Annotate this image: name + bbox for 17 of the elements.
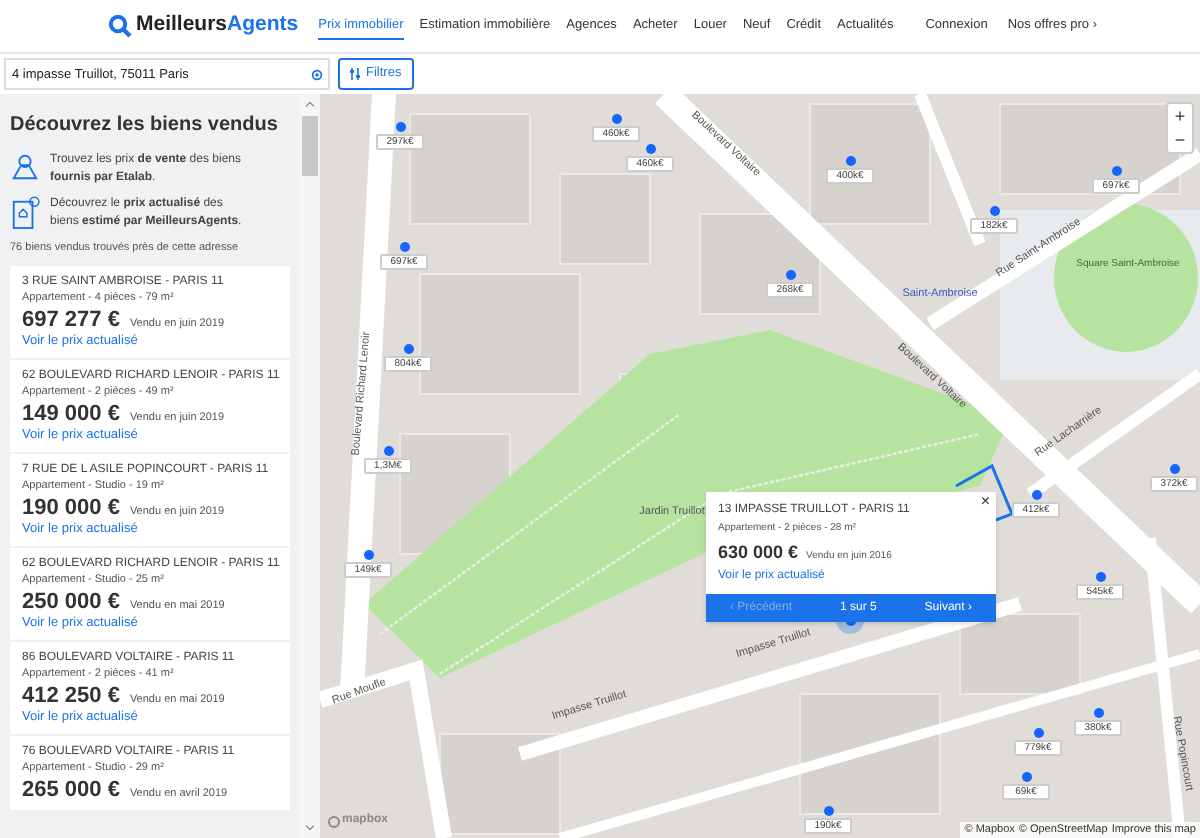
listing-price: 412 250 € xyxy=(22,684,120,709)
document-house-icon xyxy=(10,196,40,230)
listing-price: 265 000 € xyxy=(22,778,120,803)
zoom-out-button[interactable]: − xyxy=(1168,128,1192,152)
sidebar-title: Découvrez les biens vendus xyxy=(10,112,280,140)
mapbox-logo-icon xyxy=(328,815,340,827)
sliders-icon xyxy=(350,68,362,80)
zoom-in-button[interactable]: + xyxy=(1168,104,1192,128)
logo-wordmark[interactable]: MeilleursAgents xyxy=(136,10,299,42)
logo-magnifier-icon xyxy=(108,14,132,38)
scrollbar-thumb[interactable] xyxy=(302,116,318,176)
listing-price: 149 000 € xyxy=(22,402,120,427)
listing-price: 697 277 € xyxy=(22,308,120,333)
close-button[interactable]: × xyxy=(980,494,990,510)
listing-price: 190 000 € xyxy=(22,496,120,521)
listing-price: 250 000 € xyxy=(22,590,120,615)
popup-price: 630 000 € xyxy=(718,539,799,565)
